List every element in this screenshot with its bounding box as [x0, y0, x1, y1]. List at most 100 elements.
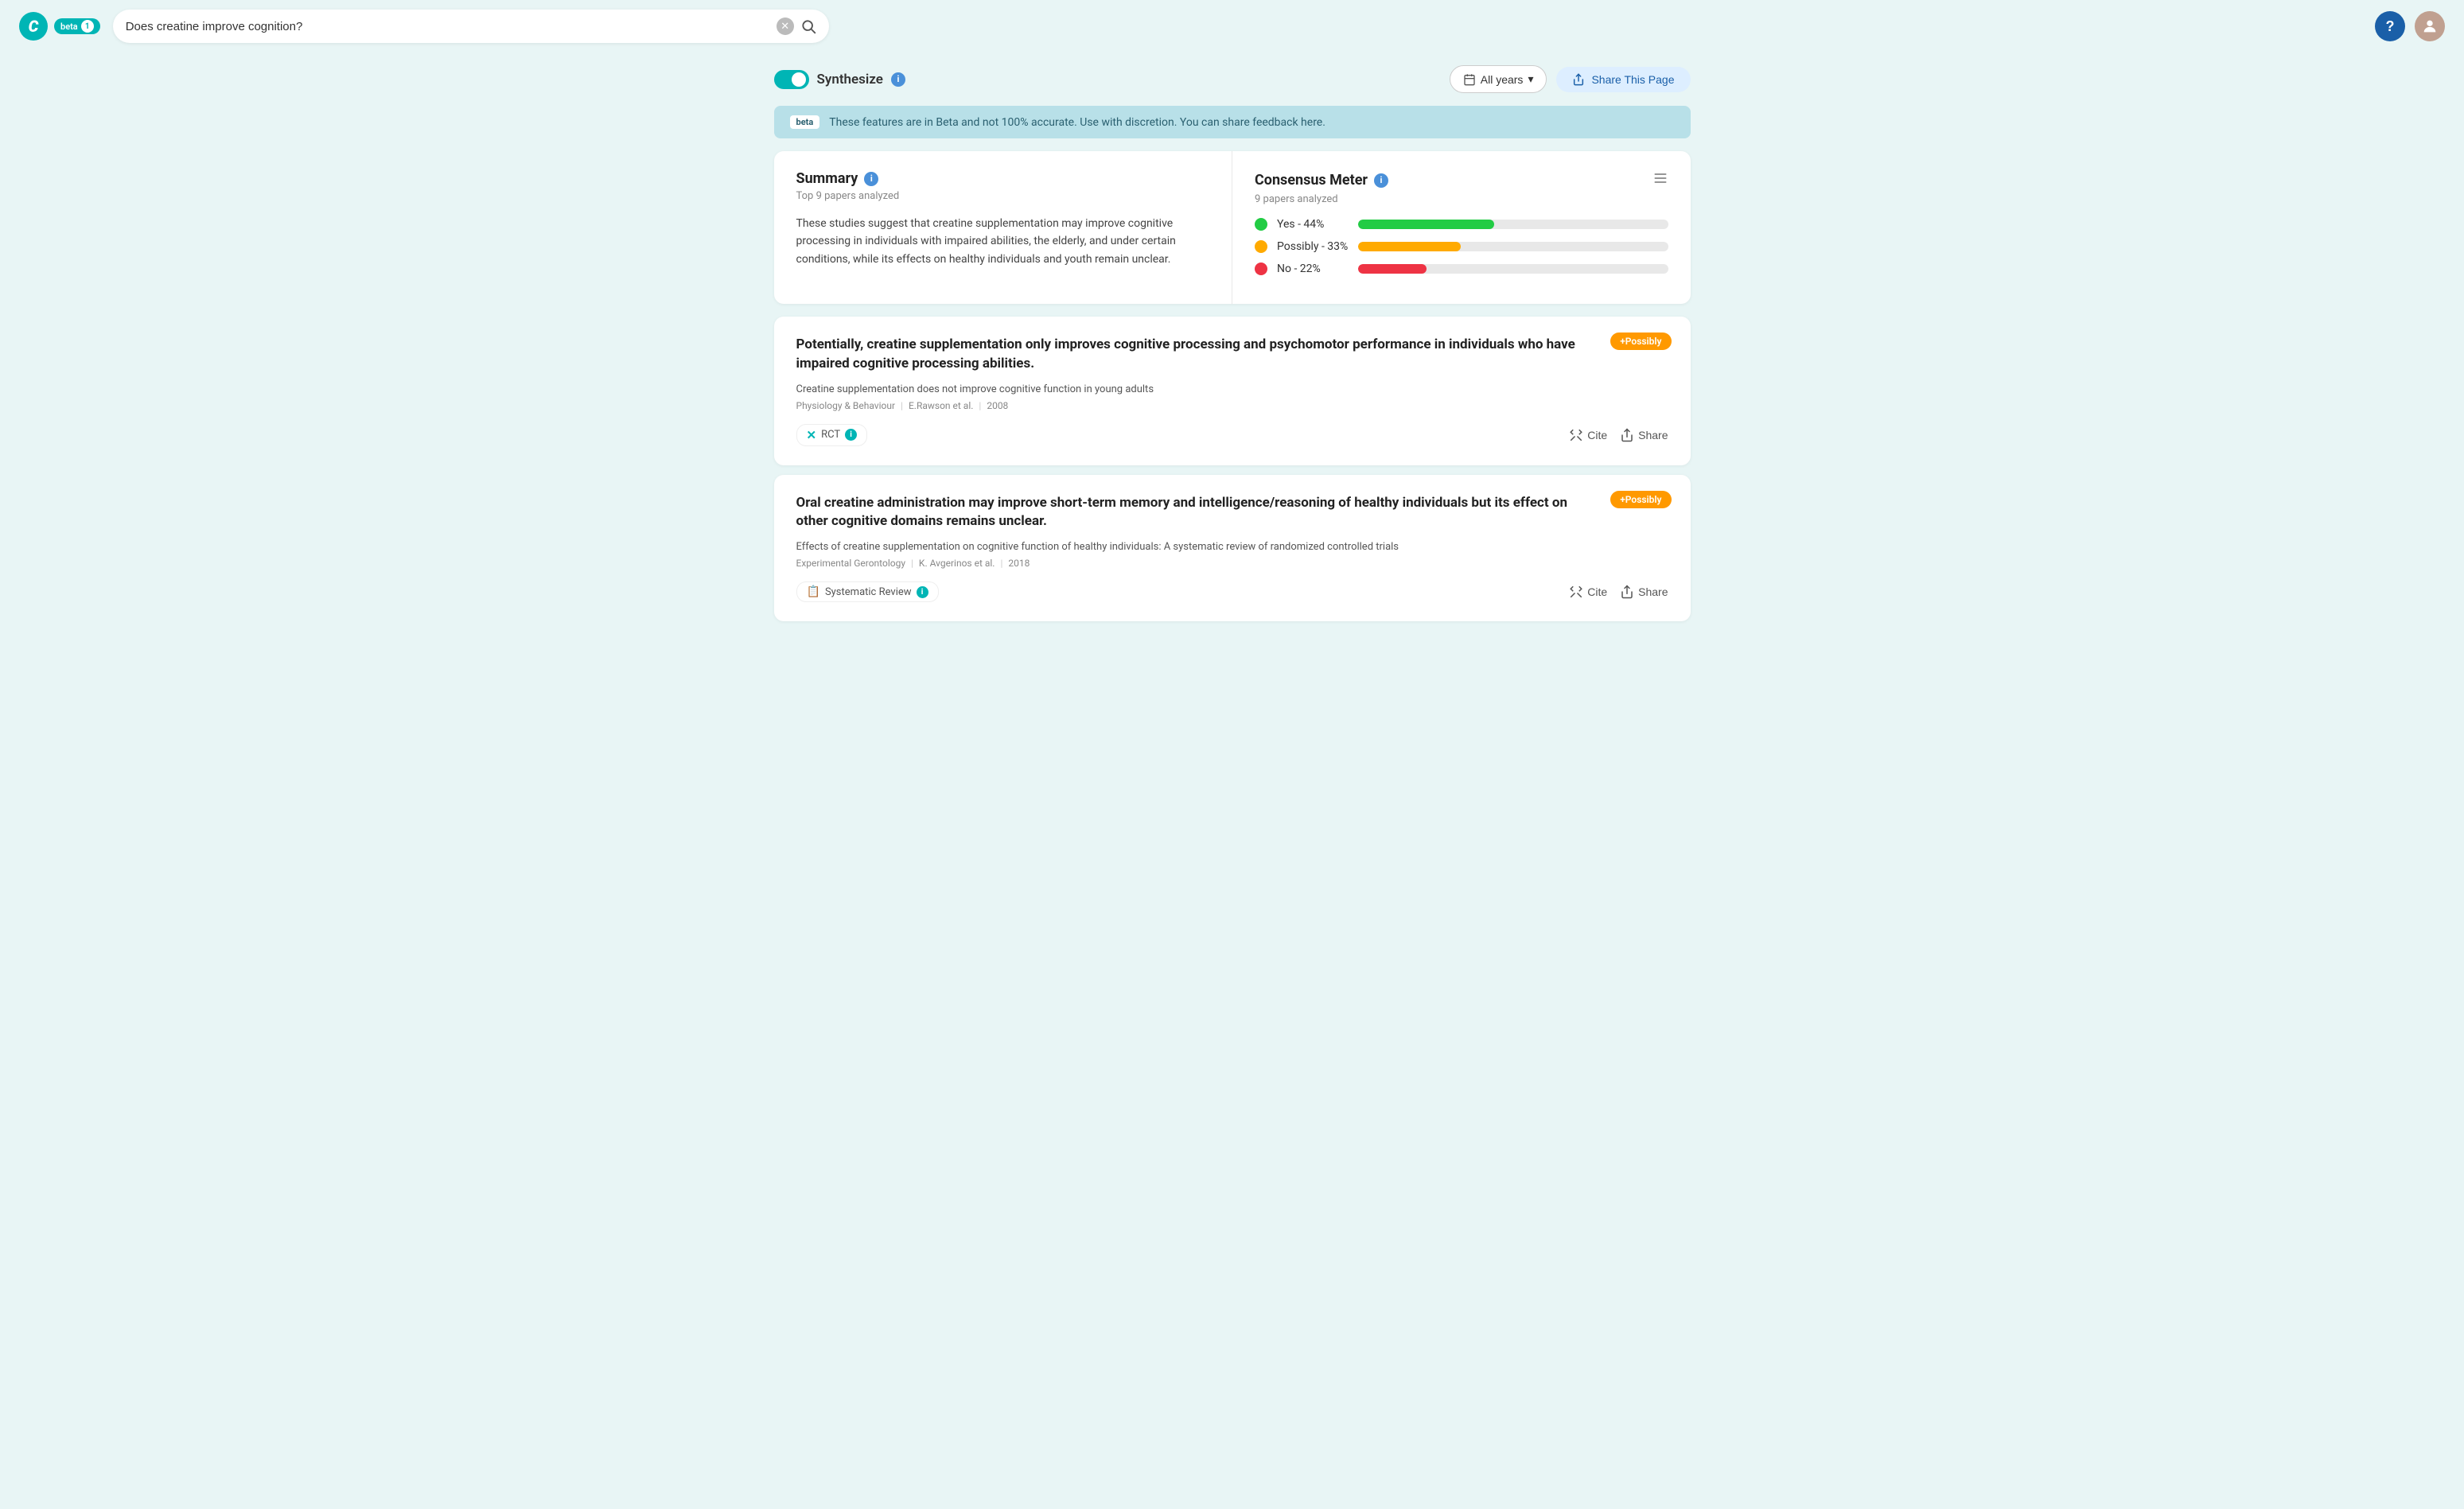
- consensus-row: Possibly - 33%: [1255, 240, 1668, 253]
- paper-actions: Cite Share: [1569, 585, 1668, 599]
- calendar-icon: [1463, 73, 1476, 86]
- search-bar[interactable]: ✕: [113, 10, 829, 43]
- consensus-card: Consensus Meter i 9 papers analyzed Yes …: [1232, 151, 1691, 304]
- cards-row: Summary i Top 9 papers analyzed These st…: [774, 151, 1691, 304]
- possibly-badge: +Possibly: [1610, 491, 1671, 508]
- paper-tag-rct: ✕ RCT i: [796, 424, 868, 446]
- cite-icon: [1569, 428, 1583, 442]
- consensus-bar-track: [1358, 220, 1668, 229]
- synthesize-info-icon[interactable]: i: [891, 72, 905, 87]
- consensus-dot: [1255, 240, 1267, 253]
- synthesize-switch[interactable]: [774, 70, 809, 89]
- paper-title: Potentially, creatine supplementation on…: [796, 336, 1668, 374]
- rct-icon: ✕: [807, 428, 817, 442]
- sys-review-label: Systematic Review: [825, 586, 912, 598]
- consensus-filter-icon[interactable]: [1652, 170, 1668, 190]
- cite-button[interactable]: Cite: [1569, 585, 1607, 599]
- cite-icon: [1569, 585, 1583, 599]
- summary-body: These studies suggest that creatine supp…: [796, 215, 1210, 268]
- search-icon: [800, 18, 816, 34]
- cite-button[interactable]: Cite: [1569, 428, 1607, 442]
- summary-card: Summary i Top 9 papers analyzed These st…: [774, 151, 1233, 304]
- share-icon: [1572, 73, 1585, 86]
- avatar-icon: [2421, 18, 2439, 35]
- consensus-title: Consensus Meter i: [1255, 170, 1668, 190]
- share-label: Share This Page: [1591, 73, 1674, 86]
- search-clear-button[interactable]: ✕: [777, 18, 794, 35]
- papers-list: +Possibly Potentially, creatine suppleme…: [774, 317, 1691, 621]
- beta-banner: beta These features are in Beta and not …: [774, 106, 1691, 138]
- beta-count: 1: [81, 20, 94, 33]
- paper-year: 2008: [987, 400, 1008, 411]
- paper-share-icon: [1620, 428, 1634, 442]
- logo-icon: C: [19, 12, 48, 41]
- paper-meta: Experimental Gerontology | K. Avgerinos …: [796, 558, 1668, 569]
- share-page-button[interactable]: Share This Page: [1556, 67, 1690, 92]
- consensus-dot: [1255, 263, 1267, 275]
- summary-subtitle: Top 9 papers analyzed: [796, 190, 1210, 202]
- beta-badge: beta 1: [54, 18, 100, 34]
- consensus-bar-track: [1358, 242, 1668, 251]
- search-submit-button[interactable]: [800, 18, 816, 34]
- logo-area: C beta 1: [19, 12, 100, 41]
- consensus-row: No - 22%: [1255, 263, 1668, 275]
- share-label: Share: [1638, 585, 1668, 598]
- paper-footer: 📋 Systematic Review i Cite: [796, 581, 1668, 602]
- consensus-subtitle: 9 papers analyzed: [1255, 193, 1668, 205]
- consensus-dot: [1255, 218, 1267, 231]
- consensus-info-icon[interactable]: i: [1374, 173, 1388, 188]
- help-button[interactable]: ?: [2375, 11, 2405, 41]
- paper-authors: E.Rawson et al.: [909, 400, 973, 411]
- share-button[interactable]: Share: [1620, 585, 1668, 599]
- paper-subtitle: Creatine supplementation does not improv…: [796, 383, 1668, 395]
- paper-share-icon: [1620, 585, 1634, 599]
- synthesize-toggle: Synthesize i: [774, 70, 905, 89]
- sys-review-icon: 📋: [807, 585, 820, 598]
- consensus-bar-track: [1358, 264, 1668, 274]
- rct-info-icon[interactable]: i: [845, 429, 857, 441]
- consensus-label: Possibly - 33%: [1277, 240, 1349, 253]
- paper-subtitle: Effects of creatine supplementation on c…: [796, 541, 1668, 553]
- avatar[interactable]: [2415, 11, 2445, 41]
- beta-message: These features are in Beta and not 100% …: [829, 116, 1325, 129]
- paper-journal: Physiology & Behaviour: [796, 400, 896, 411]
- rct-label: RCT: [821, 429, 840, 441]
- header-right: ?: [2375, 11, 2445, 41]
- beta-tag: beta: [790, 115, 820, 129]
- possibly-badge: +Possibly: [1610, 333, 1671, 350]
- header: C beta 1 ✕ ?: [0, 0, 2464, 53]
- share-button[interactable]: Share: [1620, 428, 1668, 442]
- toolbar-right: All years ▾ Share This Page: [1450, 65, 1691, 93]
- share-label: Share: [1638, 429, 1668, 441]
- consensus-row: Yes - 44%: [1255, 218, 1668, 231]
- summary-info-icon[interactable]: i: [864, 172, 878, 186]
- paper-meta: Physiology & Behaviour | E.Rawson et al.…: [796, 400, 1668, 411]
- paper-title: Oral creatine administration may improve…: [796, 494, 1668, 532]
- synthesize-label: Synthesize: [817, 72, 883, 88]
- paper-card: +Possibly Oral creatine administration m…: [774, 475, 1691, 622]
- paper-journal: Experimental Gerontology: [796, 558, 906, 569]
- cite-label: Cite: [1587, 429, 1607, 441]
- sys-review-info-icon[interactable]: i: [917, 586, 928, 598]
- years-label: All years: [1481, 73, 1524, 86]
- paper-footer: ✕ RCT i Cite: [796, 424, 1668, 446]
- consensus-label: No - 22%: [1277, 263, 1349, 275]
- consensus-bar-fill: [1358, 242, 1461, 251]
- paper-tag-systematic-review: 📋 Systematic Review i: [796, 581, 939, 602]
- paper-card: +Possibly Potentially, creatine suppleme…: [774, 317, 1691, 465]
- consensus-label: Yes - 44%: [1277, 218, 1349, 231]
- years-filter-button[interactable]: All years ▾: [1450, 65, 1547, 93]
- search-input[interactable]: [126, 20, 770, 33]
- beta-label: beta: [60, 21, 78, 32]
- main-content: Synthesize i All years ▾: [755, 53, 1710, 644]
- chevron-down-icon: ▾: [1528, 72, 1533, 86]
- consensus-bars: Yes - 44% Possibly - 33% No - 22%: [1255, 218, 1668, 275]
- toolbar: Synthesize i All years ▾: [774, 65, 1691, 93]
- cite-label: Cite: [1587, 585, 1607, 598]
- paper-authors: K. Avgerinos et al.: [919, 558, 995, 569]
- paper-actions: Cite Share: [1569, 428, 1668, 442]
- consensus-bar-fill: [1358, 264, 1427, 274]
- consensus-bar-fill: [1358, 220, 1494, 229]
- summary-title: Summary i: [796, 170, 1210, 187]
- paper-year: 2018: [1008, 558, 1030, 569]
